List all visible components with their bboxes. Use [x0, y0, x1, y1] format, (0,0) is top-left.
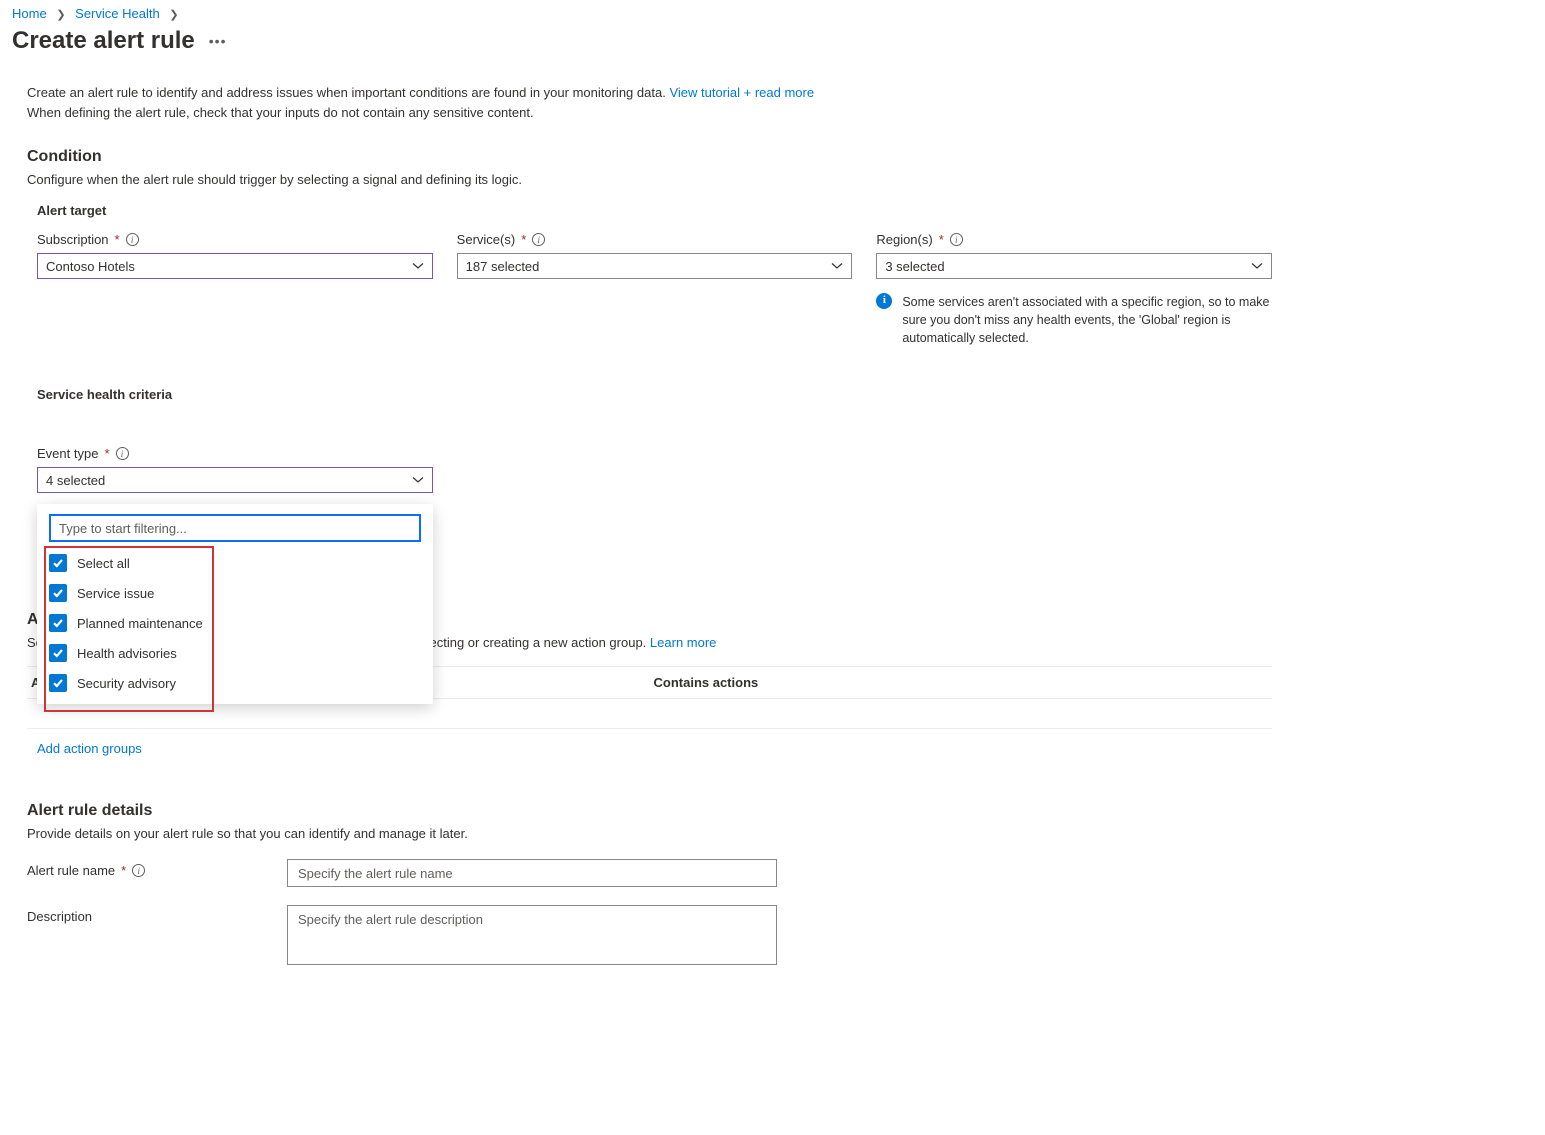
event-type-label: Event type	[37, 446, 98, 461]
info-icon[interactable]: i	[126, 233, 139, 246]
event-type-option[interactable]: Service issue	[37, 578, 433, 608]
event-type-option-label: Security advisory	[77, 676, 176, 691]
required-asterisk: *	[121, 863, 126, 878]
details-heading: Alert rule details	[27, 802, 1272, 820]
event-type-value: 4 selected	[46, 473, 105, 488]
event-type-option-label: Service issue	[77, 586, 154, 601]
required-asterisk: *	[939, 232, 944, 247]
event-type-flyout: Select all Service issue Planned maintenan…	[37, 504, 433, 704]
event-type-filter-input[interactable]	[49, 514, 421, 542]
checkbox-checked-icon	[49, 674, 67, 692]
criteria-heading: Service health criteria	[27, 387, 1272, 402]
services-dropdown[interactable]: 187 selected	[457, 253, 853, 279]
alert-rule-name-label: Alert rule name	[27, 863, 115, 878]
intro-line2: When defining the alert rule, check that…	[27, 105, 534, 120]
info-icon[interactable]: i	[532, 233, 545, 246]
event-type-option-label: Select all	[77, 556, 130, 571]
add-action-groups-link[interactable]: Add action groups	[27, 741, 142, 756]
alert-rule-name-input[interactable]	[287, 859, 777, 887]
services-value: 187 selected	[466, 259, 540, 274]
services-label: Service(s)	[457, 232, 516, 247]
event-type-dropdown[interactable]: 4 selected	[37, 467, 433, 493]
regions-note: Some services aren't associated with a s…	[902, 293, 1272, 347]
details-desc: Provide details on your alert rule so th…	[27, 826, 1272, 841]
checkbox-checked-icon	[49, 614, 67, 632]
subscription-dropdown[interactable]: Contoso Hotels	[37, 253, 433, 279]
page-title: Create alert rule	[12, 27, 195, 55]
info-icon[interactable]: i	[116, 447, 129, 460]
regions-value: 3 selected	[885, 259, 944, 274]
required-asterisk: *	[115, 232, 120, 247]
intro-line1: Create an alert rule to identify and add…	[27, 85, 666, 100]
chevron-down-icon	[831, 260, 843, 272]
event-type-option[interactable]: Security advisory	[37, 668, 433, 698]
required-asterisk: *	[521, 232, 526, 247]
required-asterisk: *	[104, 446, 109, 461]
info-icon[interactable]: i	[132, 864, 145, 877]
chevron-down-icon	[1251, 260, 1263, 272]
breadcrumb-home[interactable]: Home	[12, 6, 47, 21]
info-solid-icon: i	[876, 293, 892, 309]
condition-heading: Condition	[27, 148, 1272, 166]
chevron-down-icon	[412, 260, 424, 272]
checkbox-checked-icon	[49, 644, 67, 662]
checkbox-checked-icon	[49, 554, 67, 572]
subscription-label: Subscription	[37, 232, 109, 247]
intro-text: Create an alert rule to identify and add…	[27, 83, 1272, 122]
learn-more-link[interactable]: Learn more	[650, 635, 716, 650]
description-input[interactable]	[287, 905, 777, 965]
chevron-right-icon: ❯	[169, 9, 178, 21]
checkbox-checked-icon	[49, 584, 67, 602]
chevron-right-icon: ❯	[56, 9, 65, 21]
subscription-value: Contoso Hotels	[46, 259, 135, 274]
event-type-option-label: Health advisories	[77, 646, 177, 661]
event-type-option[interactable]: Select all	[37, 548, 433, 578]
view-tutorial-link[interactable]: View tutorial + read more	[669, 85, 814, 100]
alert-target-heading: Alert target	[27, 203, 1272, 218]
condition-desc: Configure when the alert rule should tri…	[27, 172, 1272, 187]
event-type-option[interactable]: Planned maintenance	[37, 608, 433, 638]
event-type-option-label: Planned maintenance	[77, 616, 203, 631]
breadcrumb: Home ❯ Service Health ❯	[12, 4, 1545, 27]
regions-dropdown[interactable]: 3 selected	[876, 253, 1272, 279]
chevron-down-icon	[412, 474, 424, 486]
description-label: Description	[27, 909, 92, 924]
regions-label: Region(s)	[876, 232, 932, 247]
info-icon[interactable]: i	[950, 233, 963, 246]
event-type-option[interactable]: Health advisories	[37, 638, 433, 668]
breadcrumb-service-health[interactable]: Service Health	[75, 6, 160, 21]
more-icon[interactable]: •••	[209, 33, 227, 49]
th-contains-actions: Contains actions	[650, 667, 1273, 698]
